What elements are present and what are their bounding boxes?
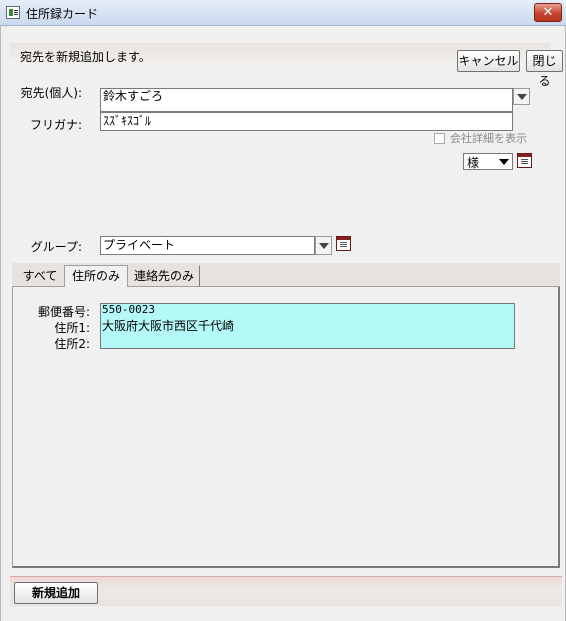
addressee-name-field[interactable]: 鈴木すごろ [100,88,513,112]
addressee-dropdown-button[interactable] [513,88,530,105]
address1-value: 大阪府大阪市西区千代崎 [102,319,235,333]
address1-label: 住所1: [54,321,90,335]
cancel-button[interactable]: キャンセル [457,50,520,72]
window-title: 住所録カード [26,7,99,21]
zip-code-value: 550-0023 [102,303,155,316]
honorific-dropdown-button[interactable] [497,155,511,168]
company-details-label: 会社詳細を表示 [450,132,527,145]
dropdown-arrow-icon [319,243,329,249]
dropdown-arrow-icon [517,94,527,100]
window-close-button[interactable]: ✕ [534,3,562,22]
message-text: 宛先を新規追加します。 [20,50,151,64]
group-dropdown-button[interactable] [315,236,332,255]
group-label: グループ: [30,240,82,254]
edit-list-icon[interactable] [336,236,351,251]
add-new-button[interactable]: 新規追加 [14,582,98,604]
furigana-label: フリガナ: [29,118,82,132]
tab-all[interactable]: すべて [16,265,64,287]
zip-code-label: 郵便番号: [37,305,90,319]
app-window-icon [6,6,20,19]
addressee-label: 宛先(個人): [20,86,82,100]
tab-contacts-only[interactable]: 連絡先のみ [128,265,200,287]
address2-label: 住所2: [54,337,90,351]
company-details-checkbox[interactable] [434,133,445,144]
edit-list-icon[interactable] [517,153,532,168]
tab-address-only[interactable]: 住所のみ [64,265,128,288]
close-button[interactable]: 閉じる [526,50,563,88]
group-field[interactable]: プライベート [100,236,315,255]
honorific-value: 様 [467,156,480,170]
furigana-field[interactable]: ｽｽﾞｷｽｺﾞﾙ [100,112,513,131]
dropdown-arrow-icon [499,159,509,165]
